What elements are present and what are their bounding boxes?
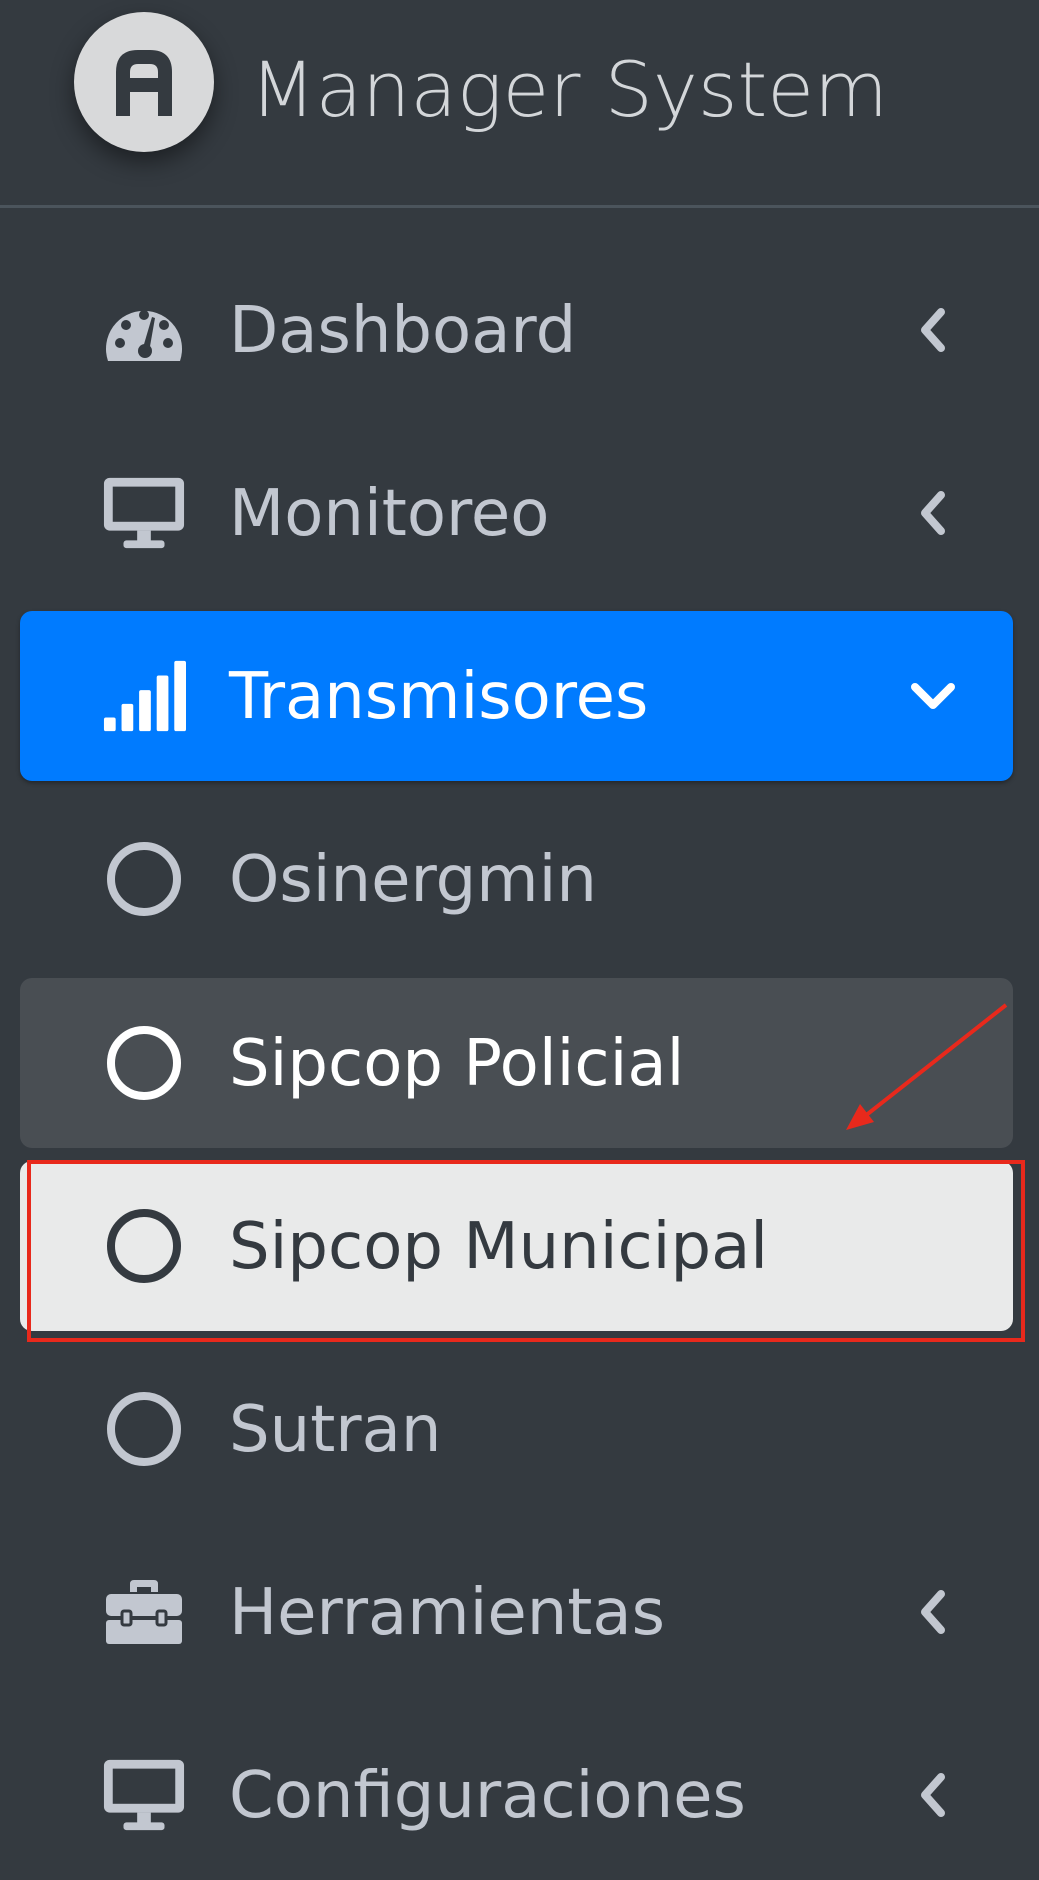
- chevron-left-icon: [903, 300, 963, 360]
- circle-outline-icon: [102, 1021, 186, 1105]
- signal-bars-icon: [102, 654, 186, 738]
- sidebar-item-sipcop-policial[interactable]: Sipcop Policial: [20, 978, 1013, 1148]
- desktop-icon: [102, 1753, 186, 1837]
- brand-title: Manager System: [250, 45, 889, 134]
- chevron-left-icon: [903, 483, 963, 543]
- circle-outline-icon: [102, 1387, 186, 1471]
- chevron-left-icon: [903, 1765, 963, 1825]
- sidebar-item-transmisores[interactable]: Transmisores: [20, 611, 1013, 781]
- desktop-icon: [102, 471, 186, 555]
- sidebar-item-label: Configuraciones: [229, 1759, 746, 1833]
- sidebar-item-label: Herramientas: [229, 1576, 665, 1650]
- sidebar-item-label: Sutran: [229, 1393, 442, 1467]
- sidebar-item-herramientas[interactable]: Herramientas: [20, 1527, 1013, 1697]
- tachometer-icon: [102, 288, 186, 372]
- sidebar-item-configuraciones[interactable]: Configuraciones: [20, 1710, 1013, 1880]
- sidebar-item-sipcop-municipal[interactable]: Sipcop Municipal: [20, 1161, 1013, 1331]
- sidebar-item-label: Sipcop Municipal: [229, 1210, 769, 1284]
- circle-outline-icon: [102, 1204, 186, 1288]
- sidebar-item-label: Monitoreo: [229, 477, 550, 551]
- chevron-down-icon: [903, 666, 963, 726]
- sidebar-item-dashboard[interactable]: Dashboard: [20, 245, 1013, 415]
- sidebar-item-label: Dashboard: [229, 294, 577, 368]
- sidebar-item-osinergmin[interactable]: Osinergmin: [20, 794, 1013, 964]
- chevron-left-icon: [903, 1582, 963, 1642]
- sidebar-item-monitoreo[interactable]: Monitoreo: [20, 428, 1013, 598]
- sidebar-item-label: Sipcop Policial: [229, 1027, 685, 1101]
- sidebar-item-sutran[interactable]: Sutran: [20, 1344, 1013, 1514]
- circle-outline-icon: [102, 837, 186, 921]
- brand-logo-icon: [74, 12, 214, 152]
- toolbox-icon: [102, 1570, 186, 1654]
- sidebar-item-label: Transmisores: [229, 660, 649, 734]
- sidebar-item-label: Osinergmin: [229, 843, 597, 917]
- brand-link[interactable]: Manager System: [0, 0, 1039, 208]
